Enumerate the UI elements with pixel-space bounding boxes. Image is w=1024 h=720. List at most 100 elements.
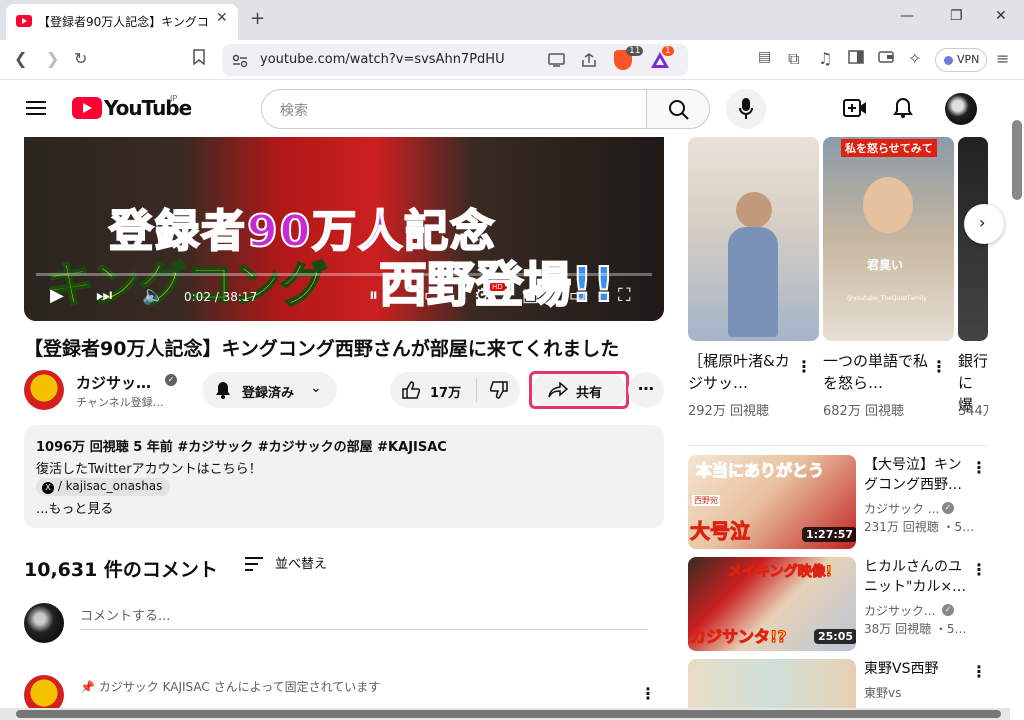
short-thumbnail-1[interactable] [688,137,819,341]
search-input[interactable]: 検索 [261,89,647,129]
reload-icon[interactable]: ↻ [74,49,87,68]
miniplayer-icon[interactable]: ▣ [522,285,539,306]
voice-search-button[interactable] [726,89,766,129]
thumb-text-1c: 西野宛 [692,495,720,506]
channel-avatar[interactable] [24,370,64,410]
related-more-icon-3[interactable]: ⋮ [971,662,987,681]
pinned-note: 📌 カジサック KAJISAC さんによって固定されています [80,678,380,695]
short-figure-body [728,227,778,337]
hd-badge: HD [490,283,505,291]
theater-mode-icon[interactable]: ▭ [569,285,586,306]
comment-placeholder: コメントする... [80,609,171,624]
video-progress-bar[interactable] [36,273,652,276]
account-avatar[interactable] [945,93,977,125]
comment-input[interactable]: コメントする... [80,604,648,630]
sidebar-icon[interactable] [848,49,864,68]
short-thumbnail-2[interactable]: 私を怒らせてみて 君臭い @youtube_TheQuistFamily [823,137,954,341]
vpn-button[interactable]: VPN [935,48,987,72]
site-settings-icon[interactable] [232,53,248,72]
share-page-icon[interactable] [580,52,598,72]
related-more-icon-2[interactable]: ⋮ [971,560,987,579]
create-video-icon[interactable] [843,98,867,122]
sort-label: 並べ替え [275,557,328,572]
youtube-logo-text[interactable]: YouTube [104,96,192,120]
description-box[interactable]: 1096万 回視聴 5 年前 #カジサック #カジサックの部屋 #KAJISAC… [24,425,664,528]
subscribed-label: 登録済み [242,386,295,401]
back-icon[interactable]: ❮ [14,49,27,68]
comment-count: 10,631 件のコメント [24,559,218,581]
short-more-icon-2[interactable]: ⋮ [931,357,947,376]
subscribed-button[interactable]: 登録済み ⌄ [202,372,337,408]
address-bar[interactable]: youtube.com/watch?v=svsAhn7PdHU 11 1 [222,44,688,76]
sort-icon [245,557,263,571]
search-button[interactable] [646,89,710,129]
related-title-2[interactable]: ヒカルさんのユニット"カル×… [864,557,970,597]
subtitles-icon[interactable]: ▭ [424,285,441,306]
thumb-text-2b: カジサンタ!? [690,627,788,647]
related-more-icon-1[interactable]: ⋮ [971,458,987,477]
cast-icon[interactable] [548,52,566,72]
video-player[interactable]: 登録者90万人記念 キングコング 西野登場!! ▶ ⏭ 🔈 0:02 / 38:… [24,137,664,321]
related-channel-2[interactable]: カジサック... [864,602,935,619]
related-channel-3[interactable]: 東野vs [864,684,901,701]
notifications-icon[interactable] [893,97,913,123]
browser-tab[interactable]: 【登録者90万人記念】キングコング西 ✕ [6,4,238,40]
restore-icon[interactable]: ❐ [950,8,963,24]
user-avatar [24,603,64,643]
media-icon[interactable]: ♫ [818,49,832,68]
bookmark-icon[interactable] [192,49,206,69]
extensions-icon[interactable]: ⧉ [788,49,799,69]
related-title-3[interactable]: 東野VS西野 [864,659,970,679]
related-thumbnail-3[interactable] [688,659,856,708]
close-tab-icon[interactable]: ✕ [216,10,228,26]
short-views-2: 682万 回視聴 [823,404,904,419]
volume-icon[interactable]: 🔈 [142,285,164,306]
description-line: 復活したTwitterアカウントはこちら！ [36,462,262,477]
short-more-icon-1[interactable]: ⋮ [796,357,812,376]
related-title-1[interactable]: 【大号泣】キングコング西野… [864,455,970,495]
short-views-3: 344万 [958,404,988,419]
short-title-2[interactable]: 一つの単語で私を怒ら… [823,350,928,394]
subscriber-count: チャンネル登録… [76,396,164,409]
short-title-1[interactable]: ［梶原叶渚&カジサッ… [688,350,793,394]
fullscreen-icon[interactable]: ⛶ [618,285,631,306]
url-text: youtube.com/watch?v=svsAhn7PdHU [260,52,505,67]
twitter-link-chip[interactable]: X / kajisac_onashas [36,478,171,496]
pinned-label: カジサック KAJISAC さんによって固定されています [98,680,381,694]
comment-more-icon[interactable]: ⋮ [640,684,656,703]
share-highlight-box [529,371,629,409]
youtube-logo-icon[interactable] [72,97,102,119]
horizontal-scrollbar[interactable] [16,710,1001,718]
vertical-scrollbar[interactable] [1012,120,1022,200]
reading-icon[interactable]: ▤ [758,49,771,65]
window-close-icon[interactable]: ✕ [995,8,1007,24]
video-time: 0:02 / 38:17 [184,290,258,304]
twitter-handle: / kajisac_onashas [57,479,163,493]
shorts-next-button[interactable]: › [964,204,1004,244]
related-channel-1[interactable]: カジサック ... [864,500,939,517]
show-more-link[interactable]: ...もっと見る [36,498,113,517]
tab-title: 【登録者90万人記念】キングコング西 [38,15,210,29]
play-icon[interactable]: ▶ [50,285,64,306]
next-icon[interactable]: ⏭ [96,285,112,306]
related-meta-1: 231万 回視聴 ・5… [864,520,975,534]
channel-name[interactable]: カジサッ… [76,372,151,393]
related-thumbnail-1[interactable]: 本当にありがとう 大号泣 西野宛 1:27:57 [688,455,856,549]
more-actions-button[interactable]: ⋯ [628,372,664,408]
menu-icon[interactable]: ≡ [996,49,1009,68]
dislike-button[interactable] [478,372,520,408]
guide-menu-icon[interactable] [26,100,46,120]
settings-gear-icon[interactable]: ⚙ [474,285,490,306]
browser-toolbar: ❮ ❯ ↻ youtube.com/watch?v=svsAhn7PdHU 11… [0,40,1024,80]
wallet-icon[interactable] [878,49,894,68]
video-title: 【登録者90万人記念】キングコング西野さんが部屋に来てくれました [24,338,620,360]
like-button[interactable]: 17万 [390,372,474,408]
minimize-icon[interactable]: — [900,8,914,24]
new-tab-button[interactable]: + [250,8,265,29]
leo-ai-icon[interactable]: ✧ [908,49,921,68]
related-thumbnail-2[interactable]: メイキング映像! カジサンタ!? 25:05 [688,557,856,651]
pause-mini-icon[interactable]: ⏸ [369,285,378,306]
forward-icon[interactable]: ❯ [46,49,59,68]
related-meta-2: 38万 回視聴 ・5… [864,622,967,636]
divider [476,378,477,402]
